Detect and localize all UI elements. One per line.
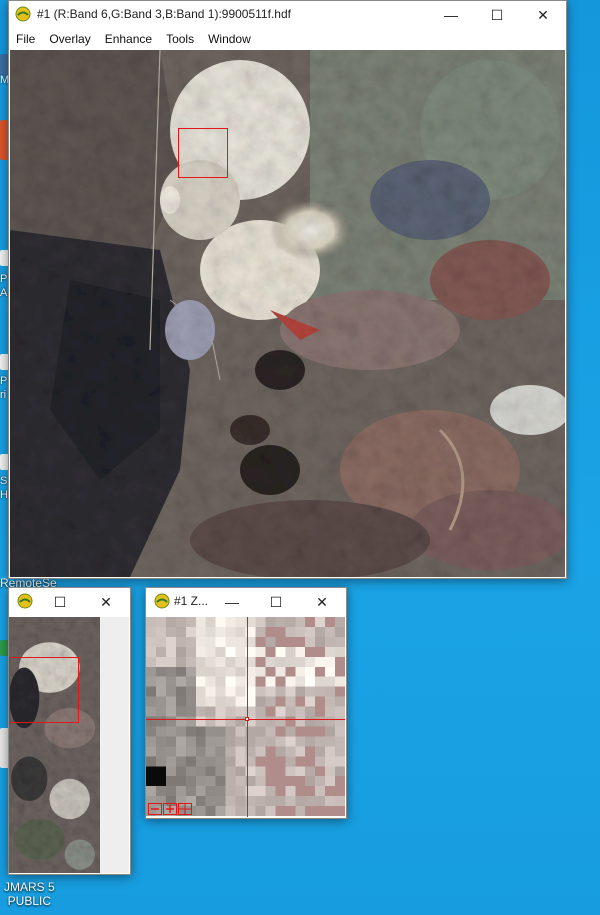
- main-image-canvas[interactable]: [10, 50, 565, 577]
- minus-icon[interactable]: [148, 803, 162, 815]
- envi-app-icon: [17, 593, 33, 609]
- maximize-button[interactable]: ☐: [39, 588, 81, 616]
- main-image-window: #1 (R:Band 6,G:Band 3,B:Band 1):9900511f…: [8, 0, 567, 579]
- menu-tools[interactable]: Tools: [159, 32, 201, 46]
- minimize-button[interactable]: —: [214, 588, 250, 616]
- scroll-image-canvas[interactable]: [9, 617, 129, 873]
- menu-file[interactable]: File: [9, 32, 42, 46]
- scroll-satellite-image: [9, 617, 100, 873]
- menu-window[interactable]: Window: [201, 32, 258, 46]
- envi-app-icon: [154, 593, 170, 609]
- minimize-icon: —: [444, 7, 458, 23]
- desktop-icon-label: P A: [0, 273, 8, 299]
- minimize-button[interactable]: —: [428, 1, 474, 29]
- maximize-button[interactable]: ☐: [256, 588, 296, 616]
- maximize-button[interactable]: ☐: [474, 1, 520, 29]
- close-icon: ✕: [316, 593, 328, 610]
- crosshair-center: [245, 717, 249, 721]
- satellite-image: [10, 50, 565, 577]
- zoom-window-title: #1 Z...: [174, 594, 209, 608]
- zoom-controls: [148, 803, 192, 815]
- menu-enhance[interactable]: Enhance: [98, 32, 159, 46]
- desktop-icon-label: P ri: [0, 375, 8, 401]
- zoom-window: #1 Z... — ☐ ✕: [145, 587, 347, 819]
- envi-app-icon: [15, 6, 31, 22]
- desktop-label-jmars[interactable]: JMARS 5 PUBLIC: [4, 880, 55, 908]
- scroll-titlebar[interactable]: ☐ ✕: [9, 588, 130, 616]
- main-titlebar[interactable]: #1 (R:Band 6,G:Band 3,B:Band 1):9900511f…: [9, 1, 566, 29]
- close-icon: ✕: [100, 593, 112, 610]
- grid-icon[interactable]: [178, 803, 192, 815]
- close-button[interactable]: ✕: [85, 588, 127, 616]
- main-window-title: #1 (R:Band 6,G:Band 3,B:Band 1):9900511f…: [37, 7, 291, 21]
- close-button[interactable]: ✕: [301, 588, 343, 616]
- maximize-icon: ☐: [269, 593, 283, 610]
- desktop-icon-label: S H: [0, 475, 8, 501]
- maximize-icon: ☐: [53, 593, 67, 610]
- zoom-titlebar[interactable]: #1 Z... — ☐ ✕: [146, 588, 346, 616]
- scroll-view-box[interactable]: [9, 657, 79, 723]
- zoom-region-box[interactable]: [178, 128, 228, 178]
- close-button[interactable]: ✕: [520, 1, 566, 29]
- maximize-icon: ☐: [490, 6, 504, 23]
- zoom-image-canvas[interactable]: [146, 617, 345, 817]
- main-menubar: File Overlay Enhance Tools Window: [9, 29, 566, 49]
- scroll-window: ☐ ✕: [8, 587, 131, 875]
- plus-icon[interactable]: [163, 803, 177, 815]
- minimize-icon: —: [225, 594, 239, 610]
- menu-overlay[interactable]: Overlay: [42, 32, 97, 46]
- close-icon: ✕: [537, 6, 549, 23]
